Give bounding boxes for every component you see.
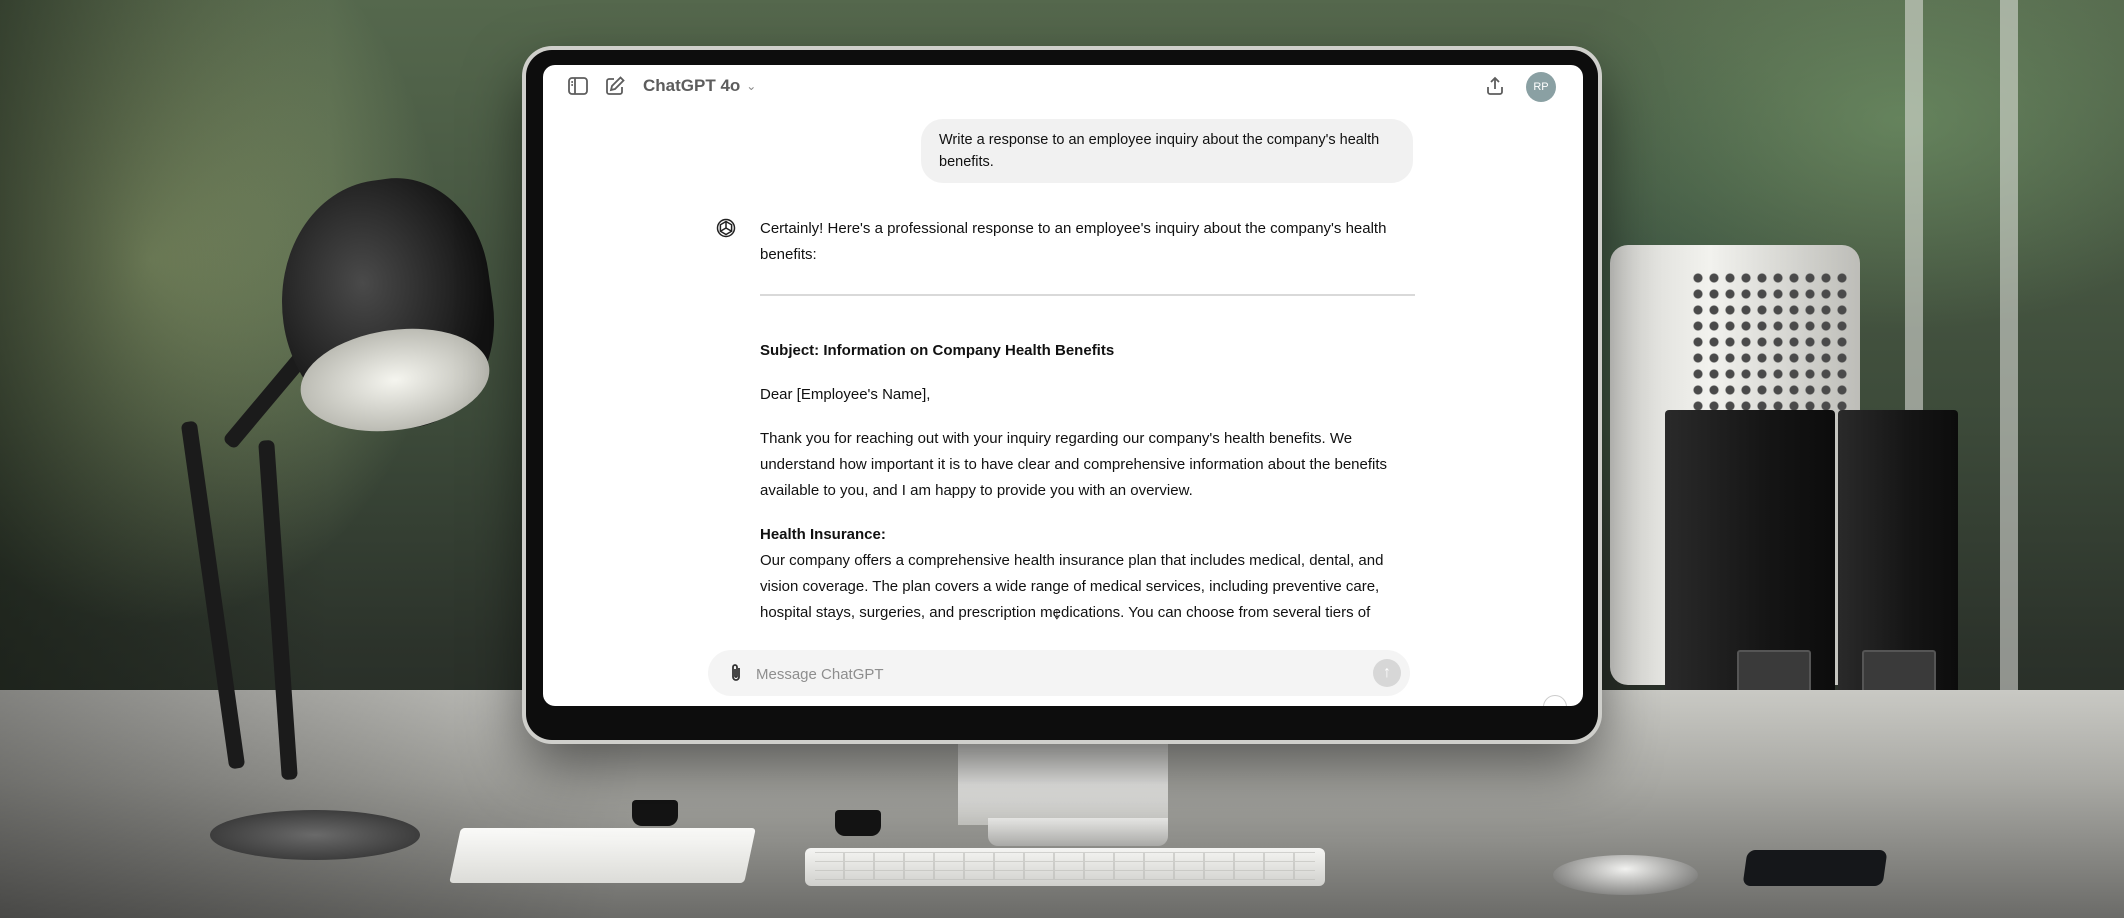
avatar-initials: RP	[1533, 81, 1549, 93]
binder-label-slot	[1862, 650, 1936, 694]
user-message-text: Write a response to an employee inquiry …	[939, 132, 1380, 170]
model-label: ChatGPT 4o	[643, 76, 741, 95]
sidebar-toggle-icon[interactable]	[567, 75, 589, 97]
arrow-down-icon: ↓	[1053, 606, 1061, 623]
email-greeting: Dear [Employee's Name],	[760, 386, 931, 403]
assistant-intro: Certainly! Here's a professional respons…	[760, 220, 1387, 263]
monitor-stand-foot	[988, 818, 1168, 846]
user-avatar[interactable]: RP	[1526, 72, 1556, 102]
keyboard-keys	[815, 852, 1315, 880]
window-frame	[2000, 0, 2018, 690]
binder-clip	[835, 810, 881, 836]
model-selector-button[interactable]: ChatGPT 4o ⌄	[643, 76, 756, 96]
message-composer: ↑	[708, 650, 1410, 696]
help-button[interactable]	[1543, 695, 1567, 706]
user-message-bubble: Write a response to an employee inquiry …	[921, 119, 1413, 183]
binder-label-slot	[1737, 650, 1811, 694]
mouse	[1553, 855, 1698, 895]
email-paragraph: Thank you for reaching out with your inq…	[760, 430, 1388, 499]
divider	[760, 294, 1415, 296]
chevron-down-icon: ⌄	[746, 79, 757, 93]
section-heading: Health Insurance:	[760, 526, 886, 543]
binder-clip	[632, 800, 678, 826]
scroll-to-bottom-button[interactable]: ↓	[1053, 606, 1061, 624]
share-icon[interactable]	[1484, 75, 1506, 97]
openai-logo-icon	[715, 217, 737, 239]
mac-pro-grille	[1690, 270, 1850, 420]
message-input[interactable]	[754, 662, 1348, 686]
phone	[1742, 850, 1888, 886]
arrow-up-icon: ↑	[1383, 664, 1391, 681]
notebook	[449, 828, 756, 883]
new-chat-icon[interactable]	[604, 75, 626, 97]
send-button[interactable]: ↑	[1373, 659, 1401, 687]
email-paragraph: Our company offers a comprehensive healt…	[760, 552, 1384, 621]
email-subject: Subject: Information on Company Health B…	[760, 342, 1115, 359]
lamp-base	[210, 810, 420, 860]
paperclip-icon[interactable]	[726, 662, 746, 684]
monitor-stand	[958, 735, 1168, 825]
chatgpt-window: ChatGPT 4o ⌄ RP Write a response to an e…	[543, 65, 1583, 706]
assistant-message: Certainly! Here's a professional respons…	[760, 216, 1415, 626]
